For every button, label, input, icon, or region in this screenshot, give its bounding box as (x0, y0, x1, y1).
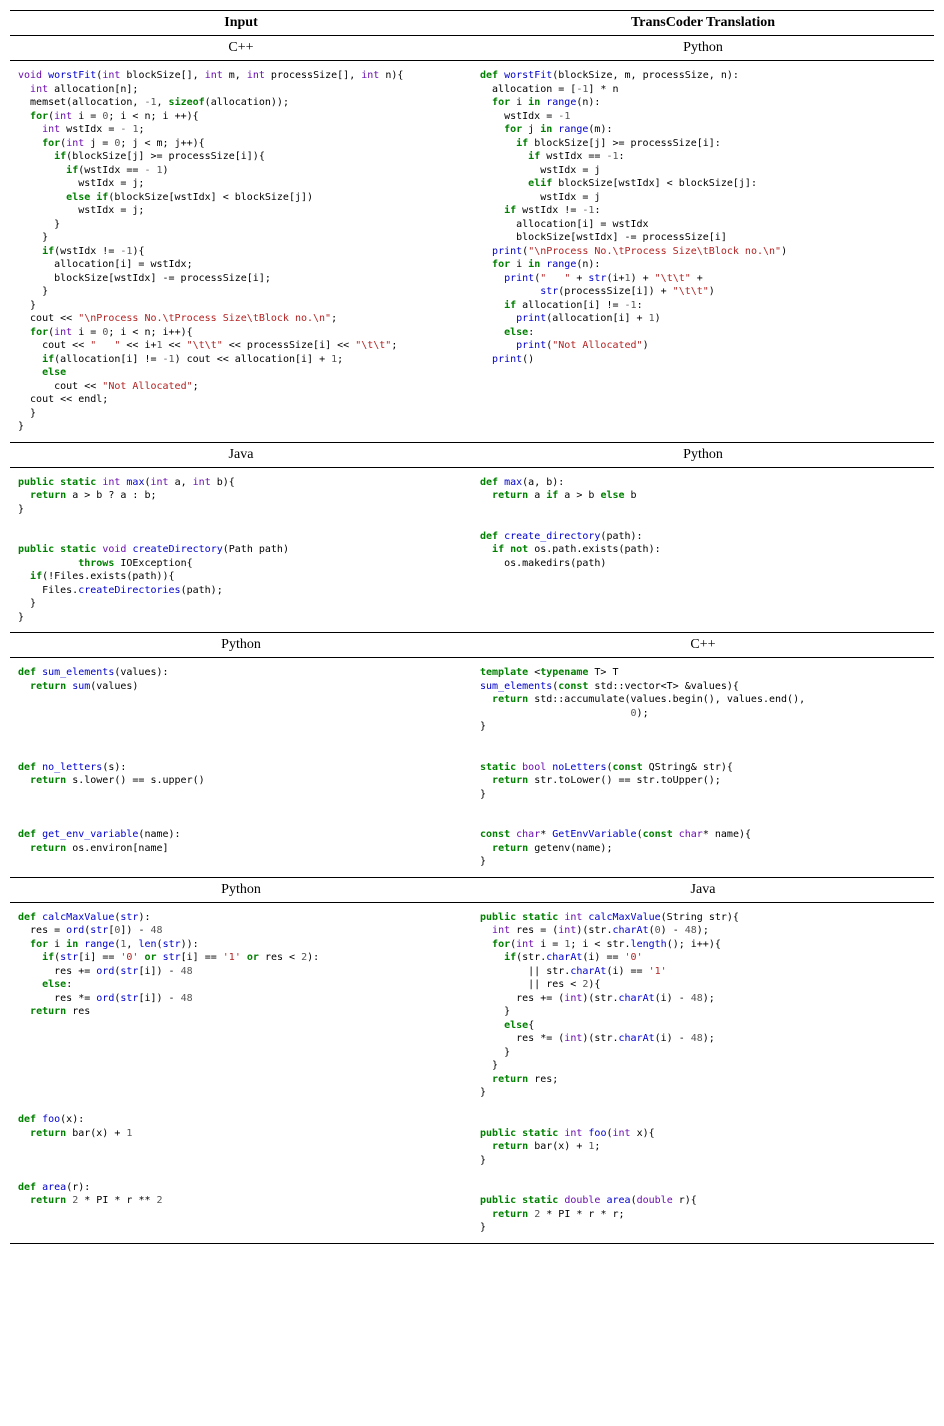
code-left-0: void worstFit(int blockSize[], int m, in… (18, 65, 464, 438)
code-left-3: def calcMaxValue(str): res = ord(str[0])… (18, 907, 464, 1212)
code-right-1: def max(a, b): return a if a > b else b … (480, 472, 926, 575)
code-right-0: def worstFit(blockSize, m, processSize, … (480, 65, 926, 370)
code-left-1: public static int max(int a, int b){ ret… (18, 472, 464, 629)
code-right-3: public static int calcMaxValue(String st… (480, 907, 926, 1239)
code-left-2: def sum_elements(values): return sum(val… (18, 662, 464, 859)
lang-header-right-1: Python (472, 442, 934, 467)
header-output: TransCoder Translation (472, 11, 934, 36)
lang-header-right-3: Java (472, 877, 934, 902)
lang-header-left-1: Java (10, 442, 472, 467)
lang-header-left-0: C++ (10, 36, 472, 61)
lang-header-right-2: C++ (472, 633, 934, 658)
header-input: Input (10, 11, 472, 36)
lang-header-right-0: Python (472, 36, 934, 61)
code-right-2: template <typename T> T sum_elements(con… (480, 662, 926, 873)
lang-header-left-2: Python (10, 633, 472, 658)
translation-table: Input TransCoder Translation C++ Python … (10, 10, 934, 1244)
lang-header-left-3: Python (10, 877, 472, 902)
